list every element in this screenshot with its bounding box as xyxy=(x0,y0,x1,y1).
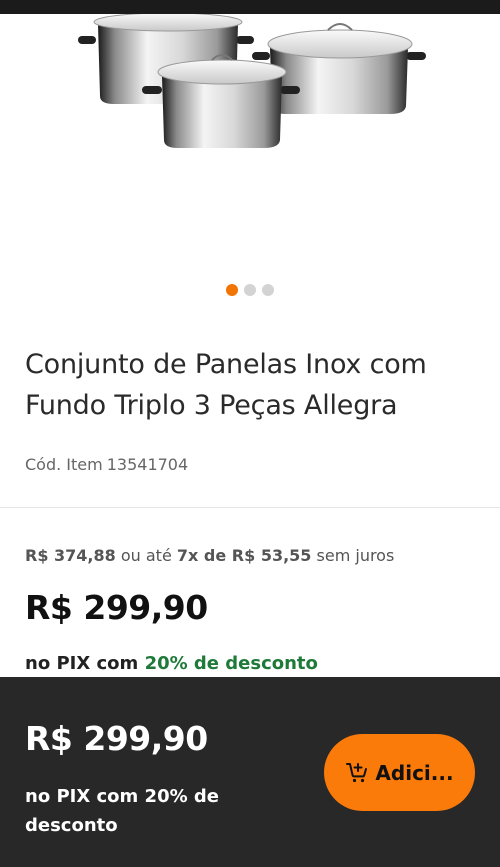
add-to-cart-button[interactable]: Adici... xyxy=(324,734,475,811)
product-title: Conjunto de Panelas Inox com Fundo Tripl… xyxy=(25,349,427,421)
bottom-bar-pix-text: no PIX com 20% de desconto xyxy=(25,786,219,836)
product-code-value: 13541704 xyxy=(106,455,189,474)
bottom-purchase-bar: R$ 299,90 no PIX com 20% de desconto Adi… xyxy=(0,677,500,867)
pix-discount-info: no PIX com 20% de desconto xyxy=(25,653,318,674)
pix-prefix: no PIX com xyxy=(25,653,139,674)
installment-value: 7x de R$ 53,55 xyxy=(176,546,312,565)
gallery-dot-1[interactable] xyxy=(226,284,238,296)
gallery-dot-3[interactable] xyxy=(262,284,274,296)
status-bar xyxy=(0,0,500,14)
divider xyxy=(0,507,500,508)
gallery-dot-2[interactable] xyxy=(244,284,256,296)
installment-text: ou até xyxy=(120,546,172,565)
product-price: R$ 299,90 xyxy=(25,588,208,627)
installment-info: R$ 374,88 ou até 7x de R$ 53,55 sem juro… xyxy=(25,546,394,565)
add-to-cart-label: Adici... xyxy=(375,760,454,785)
product-code: Cód. Item 13541704 xyxy=(25,455,188,474)
product-gallery[interactable] xyxy=(0,14,500,314)
cart-add-icon xyxy=(346,762,368,782)
bottom-bar-price: R$ 299,90 xyxy=(25,719,208,758)
installment-suffix: sem juros xyxy=(316,546,395,565)
gallery-pagination xyxy=(0,284,500,296)
old-price: R$ 374,88 xyxy=(25,546,116,565)
pix-discount: 20% de desconto xyxy=(144,653,318,674)
product-image xyxy=(78,14,426,148)
product-code-label: Cód. Item xyxy=(25,455,103,474)
